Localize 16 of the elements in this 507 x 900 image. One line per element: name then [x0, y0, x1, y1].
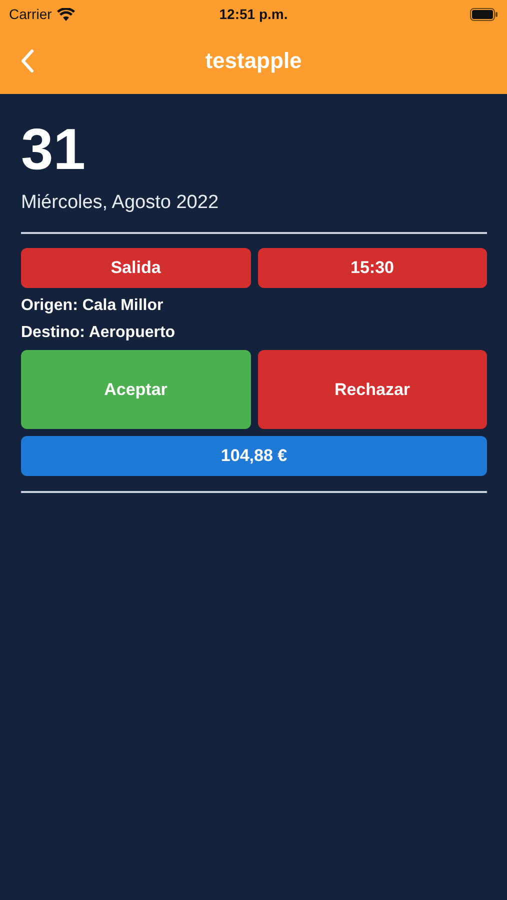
battery-icon — [470, 8, 498, 20]
status-time: 12:51 p.m. — [219, 6, 288, 22]
accept-button[interactable]: Aceptar — [21, 350, 250, 429]
reject-button[interactable]: Rechazar — [258, 350, 487, 429]
date-subtitle: Miércoles, Agosto 2022 — [21, 192, 220, 214]
price-button[interactable]: 104,88 € — [21, 436, 487, 476]
chevron-left-icon — [20, 49, 34, 73]
wifi-icon — [56, 8, 75, 20]
destination-text: Destino: Aeropuerto — [21, 323, 176, 342]
back-button[interactable] — [20, 49, 34, 73]
screen-title: testapple — [205, 48, 302, 73]
trip-tag: 15:30 — [258, 248, 487, 288]
carrier-label: Carrier — [9, 6, 52, 22]
day-number: 31 — [21, 121, 87, 179]
trip-tag: Salida — [21, 248, 250, 288]
origin-text: Origen: Cala Millor — [21, 296, 164, 315]
